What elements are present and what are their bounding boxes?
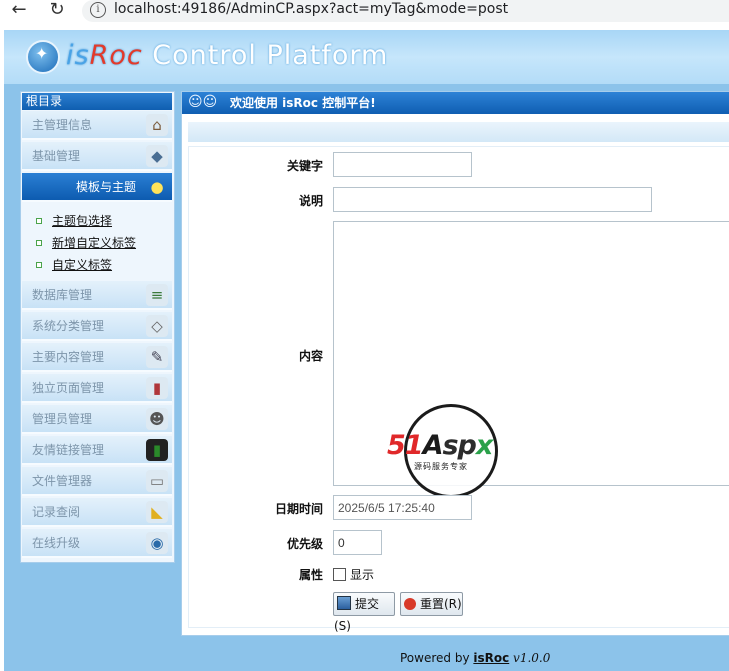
sidebar-item-basic-management[interactable]: 基础管理 ◆: [22, 142, 172, 171]
house-icon: ⌂: [146, 114, 168, 136]
datetime-label: 日期时间: [274, 502, 323, 516]
sidebar-item-links[interactable]: 友情链接管理 ▮: [22, 436, 172, 465]
sidebar-item-main-info[interactable]: 主管理信息 ⌂: [22, 111, 172, 140]
reset-label: 重置(R): [420, 597, 462, 611]
priority-label: 优先级: [286, 537, 323, 551]
watermark-subtitle: 源码服务专家: [414, 462, 468, 471]
sidebar-item-label: 独立页面管理: [32, 381, 105, 395]
watermark-text: 51Aspx: [387, 430, 493, 461]
battery-icon: ▮: [146, 439, 168, 461]
footer: Powered by isRoc v1.0.0: [400, 651, 550, 665]
sidebar-item-label: 系统分类管理: [32, 319, 105, 333]
sidebar-item-database[interactable]: 数据库管理 ≡: [22, 281, 172, 310]
sidebar-item-logs[interactable]: 记录查阅 ◣: [22, 498, 172, 527]
watermark-x: x: [475, 430, 493, 461]
sub-item-theme-package[interactable]: 主题包选择: [52, 212, 112, 229]
globe-download-icon: ◉: [146, 532, 168, 554]
app-title: isRoc Control Platform: [66, 40, 388, 71]
users-icon: ☻: [146, 408, 168, 430]
sidebar-item-label: 在线升级: [32, 536, 81, 550]
show-checkbox[interactable]: [333, 568, 346, 581]
footer-powered-text: Powered by: [400, 651, 474, 665]
logo-is-text: is: [66, 40, 90, 71]
welcome-text: 欢迎使用 isRoc 控制平台!: [230, 96, 376, 110]
sub-item-bullet-icon: [36, 218, 42, 224]
logo-rest-text: Control Platform: [142, 40, 389, 71]
database-icon: ≡: [146, 284, 168, 306]
sidebar-item-label: 主管理信息: [32, 118, 93, 132]
save-icon: [337, 596, 351, 610]
sub-item-custom-tags[interactable]: 自定义标签: [52, 256, 112, 273]
reload-icon[interactable]: ↻: [46, 0, 68, 22]
description-input[interactable]: [333, 187, 652, 212]
book-open-icon: ✎: [146, 346, 168, 368]
attribute-label: 属性: [298, 568, 323, 582]
watermark-a: A: [422, 430, 444, 461]
sidebar-item-label: 友情链接管理: [32, 443, 105, 457]
sidebar-item-pages[interactable]: 独立页面管理 ▮: [22, 374, 172, 403]
sub-item-add-custom-tag[interactable]: 新增自定义标签: [52, 234, 136, 251]
tag-icon: ◇: [146, 315, 168, 337]
books-icon: ▮: [146, 377, 168, 399]
sub-item-bullet-icon: [36, 240, 42, 246]
keyword-label: 关键字: [286, 159, 323, 173]
logo-roc-text: Roc: [89, 40, 143, 71]
site-info-icon[interactable]: i: [90, 2, 106, 18]
cube-icon: ◆: [146, 145, 168, 167]
back-arrow-icon[interactable]: ←: [8, 0, 30, 22]
content-subheader: [188, 122, 729, 142]
watermark-sp: sp: [442, 430, 476, 461]
sub-item-bullet-icon: [36, 262, 42, 268]
pencil-icon: ◣: [146, 501, 168, 523]
sidebar-item-label: 主要内容管理: [32, 350, 105, 364]
sidebar-item-category[interactable]: 系统分类管理 ◇: [22, 312, 172, 341]
sidebar-item-label: 记录查阅: [32, 505, 81, 519]
sidebar-item-admins[interactable]: 管理员管理 ☻: [22, 405, 172, 434]
sidebar-item-label: 模板与主题: [75, 180, 136, 194]
document-icon: ▭: [146, 470, 168, 492]
sidebar-item-label: 管理员管理: [32, 412, 93, 426]
reset-icon: [404, 598, 416, 610]
sidebar-item-label: 数据库管理: [32, 288, 93, 302]
reset-button[interactable]: 重置(R): [400, 592, 463, 616]
datetime-input[interactable]: [333, 495, 472, 520]
users-icon: ☺☺: [188, 94, 218, 110]
priority-input[interactable]: [333, 530, 382, 555]
url-text[interactable]: localhost:49186/AdminCP.aspx?act=myTag&m…: [114, 1, 508, 17]
logo-figure-icon: ✦: [35, 44, 49, 63]
sidebar-item-templates-themes[interactable]: 模板与主题 ●: [22, 173, 172, 202]
footer-version: v1.0.0: [509, 651, 551, 665]
keyword-input[interactable]: [333, 152, 472, 177]
watermark-num: 51: [387, 430, 424, 461]
sidebar-item-upgrade[interactable]: 在线升级 ◉: [22, 529, 172, 558]
lightbulb-icon: ●: [150, 178, 164, 196]
show-label[interactable]: 显示: [350, 566, 374, 583]
sidebar-item-label: 文件管理器: [32, 474, 93, 488]
content-header: 欢迎使用 isRoc 控制平台!: [182, 92, 729, 114]
submit-button[interactable]: 提交(S): [333, 592, 395, 633]
sidebar-header: 根目录: [22, 93, 172, 110]
sidebar-item-content[interactable]: 主要内容管理 ✎: [22, 343, 172, 372]
sidebar-item-label: 基础管理: [32, 149, 81, 163]
sidebar-item-files[interactable]: 文件管理器 ▭: [22, 467, 172, 496]
description-label: 说明: [298, 194, 323, 208]
footer-brand-link[interactable]: isRoc: [473, 651, 509, 665]
content-label: 内容: [298, 349, 323, 363]
